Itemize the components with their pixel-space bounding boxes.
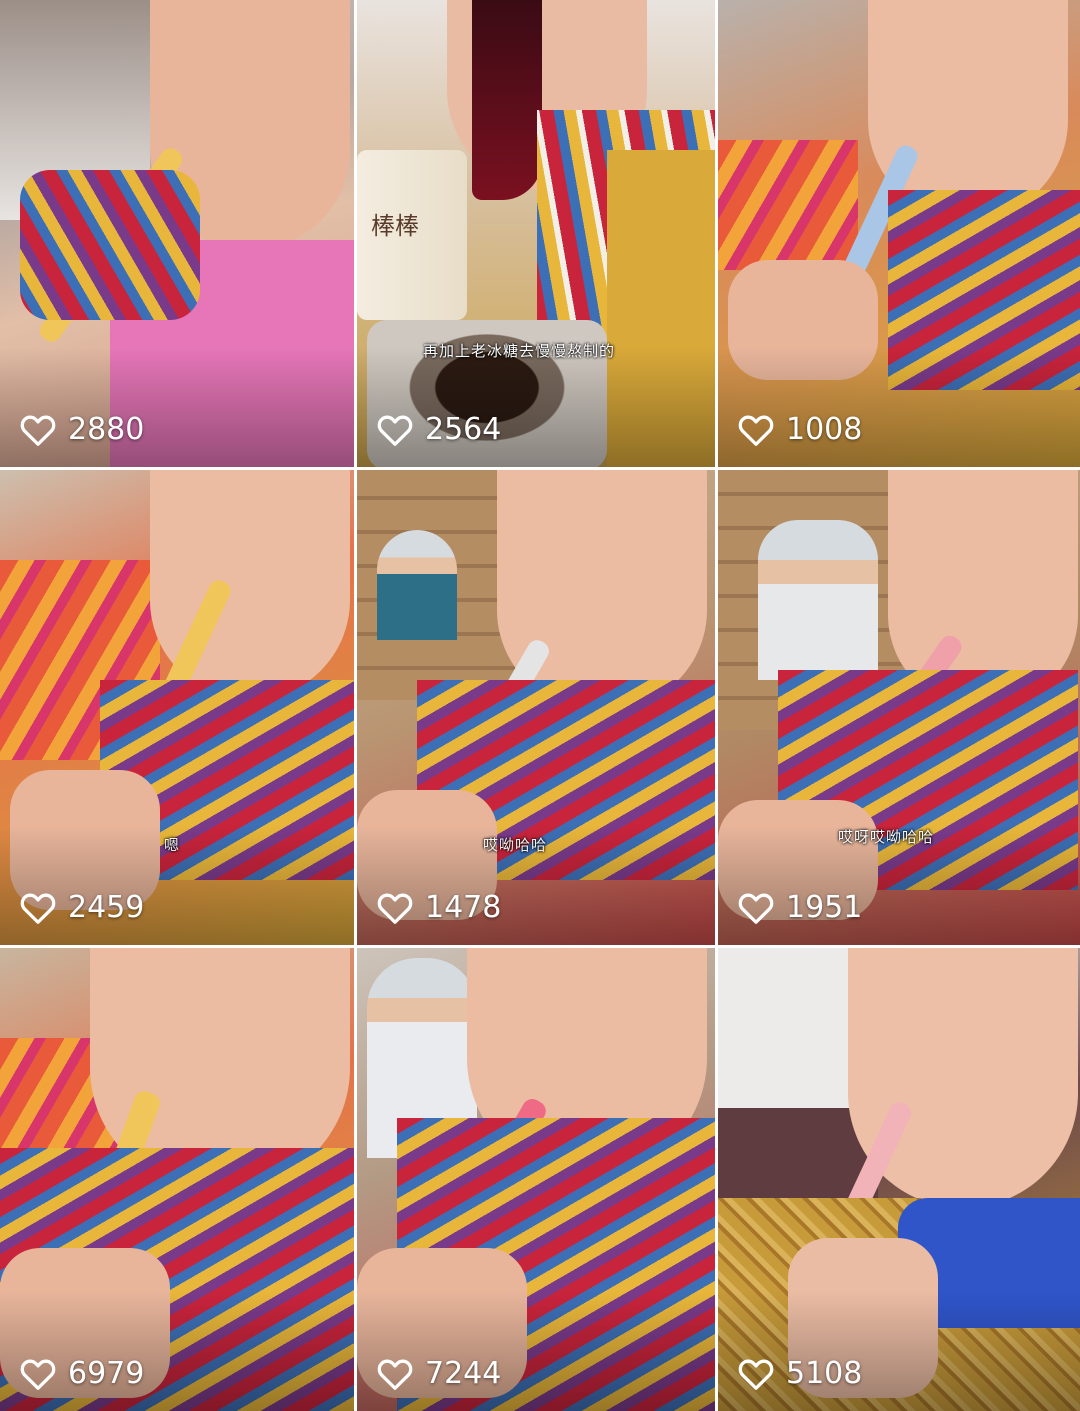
like-counter[interactable]: 2564 [377,412,501,447]
heart-outline-icon [20,415,56,446]
heart-outline-icon [738,415,774,446]
like-counter[interactable]: 1478 [377,890,501,925]
jacket [607,150,715,467]
video-tile[interactable]: 6979 [0,948,357,1411]
syrup-spoon [472,0,542,200]
scarf [888,190,1080,390]
video-thumbnail[interactable] [718,0,1080,467]
video-thumbnail[interactable] [357,948,715,1411]
heart-outline-icon [377,415,413,446]
video-tile[interactable]: 哎呦哈哈 1478 [357,470,718,948]
like-count: 7244 [425,1356,502,1391]
heart-outline-icon [20,893,56,924]
like-counter[interactable]: 2880 [20,412,144,447]
video-thumbnail[interactable]: 棒棒 [357,0,715,467]
video-subtitle: 哎呀哎呦哈哈 [838,828,935,846]
like-count: 2564 [425,412,502,447]
like-counter[interactable]: 1951 [738,890,862,925]
video-thumbnail[interactable] [357,470,715,945]
wall-background [718,948,858,1108]
scarf [20,170,200,320]
heart-outline-icon [377,893,413,924]
video-tile[interactable]: 1008 [718,0,1080,470]
like-count: 2880 [68,412,145,447]
video-tile[interactable]: 哎呀哎呦哈哈 1951 [718,470,1080,948]
video-thumbnail[interactable] [0,0,354,467]
like-count: 6979 [68,1356,145,1391]
like-counter[interactable]: 6979 [20,1356,144,1391]
video-thumbnail[interactable] [0,948,354,1411]
video-tile[interactable]: 5108 [718,948,1080,1411]
video-thumbnail[interactable] [718,470,1080,945]
like-count: 1478 [425,890,502,925]
like-count: 1008 [786,412,863,447]
video-tile[interactable]: 2880 [0,0,357,470]
like-counter[interactable]: 1008 [738,412,862,447]
heart-outline-icon [20,1359,56,1390]
worker [758,520,878,680]
video-tile[interactable]: 7244 [357,948,718,1411]
like-count: 5108 [786,1356,863,1391]
like-counter[interactable]: 5108 [738,1356,862,1391]
heart-outline-icon [738,893,774,924]
worker [377,530,457,640]
like-counter[interactable]: 2459 [20,890,144,925]
video-tile[interactable]: 棒棒 再加上老冰糖去慢慢熬制的 2564 [357,0,718,470]
video-thumbnail[interactable] [718,948,1080,1411]
candy-pile [718,140,858,270]
video-tile[interactable]: 嗯 2459 [0,470,357,948]
video-thumbnail[interactable] [0,470,354,945]
hands [728,260,878,380]
like-count: 2459 [68,890,145,925]
heart-outline-icon [377,1359,413,1390]
jar-label: 棒棒 [371,212,419,240]
video-subtitle: 再加上老冰糖去慢慢熬制的 [423,342,616,360]
hands [10,770,160,910]
video-subtitle: 哎呦哈哈 [483,836,548,854]
video-grid: 2880 棒棒 再加上老冰糖去慢慢熬制的 2564 1008 嗯 2459 哎呦… [0,0,1080,1411]
candy-jar: 棒棒 [357,150,467,320]
video-subtitle: 嗯 [164,836,181,854]
like-count: 1951 [786,890,863,925]
heart-outline-icon [738,1359,774,1390]
like-counter[interactable]: 7244 [377,1356,501,1391]
